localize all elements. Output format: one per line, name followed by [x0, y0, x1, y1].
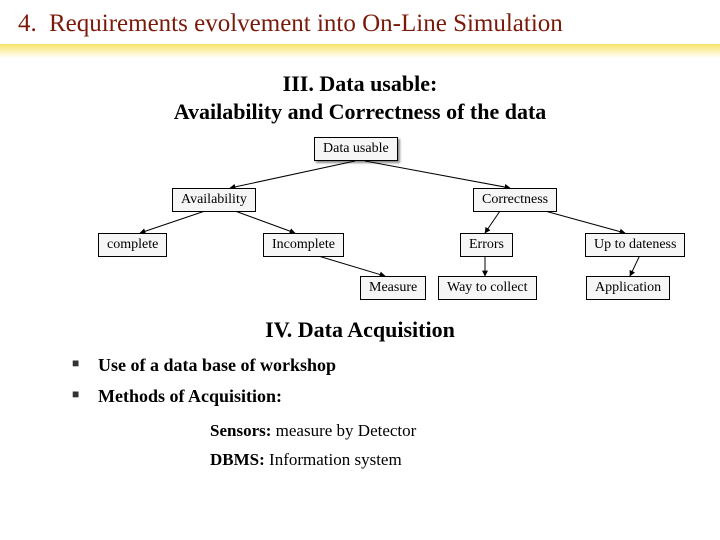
- method-sensors: Sensors: measure by Detector: [210, 417, 720, 446]
- node-availability: Availability: [172, 188, 256, 212]
- diagram-data-usable: Data usable Availability Correctness com…: [0, 133, 720, 313]
- node-measure: Measure: [360, 276, 426, 300]
- heading-title: Requirements evolvement into On-Line Sim…: [49, 10, 563, 37]
- section3-title: III. Data usable: Availability and Corre…: [0, 58, 720, 125]
- section4-title: IV. Data Acquisition: [0, 317, 720, 343]
- bullet-list: Use of a data base of workshop Methods o…: [72, 355, 720, 407]
- node-errors: Errors: [460, 233, 513, 257]
- section3-title-line1: III. Data usable:: [0, 70, 720, 98]
- node-up-to-dateness: Up to dateness: [585, 233, 685, 257]
- node-correctness: Correctness: [473, 188, 557, 212]
- method-dbms: DBMS: Information system: [210, 446, 720, 475]
- heading-number: 4.: [18, 10, 37, 37]
- bullet-database: Use of a data base of workshop: [72, 355, 720, 376]
- method-sensors-lead: Sensors:: [210, 421, 276, 440]
- slide-heading: 4. Requirements evolvement into On-Line …: [0, 0, 720, 44]
- node-application: Application: [586, 276, 670, 300]
- node-data-usable: Data usable: [314, 137, 398, 161]
- method-dbms-text: Information system: [269, 450, 402, 469]
- acquisition-methods: Sensors: measure by Detector DBMS: Infor…: [210, 417, 720, 475]
- method-sensors-text: measure by Detector: [276, 421, 417, 440]
- heading-divider: [0, 44, 720, 58]
- node-incomplete: Incomplete: [263, 233, 344, 257]
- method-dbms-lead: DBMS:: [210, 450, 269, 469]
- bullet-methods: Methods of Acquisition:: [72, 386, 720, 407]
- node-complete: complete: [98, 233, 167, 257]
- node-way-to-collect: Way to collect: [438, 276, 537, 300]
- section3-title-line2: Availability and Correctness of the data: [0, 98, 720, 126]
